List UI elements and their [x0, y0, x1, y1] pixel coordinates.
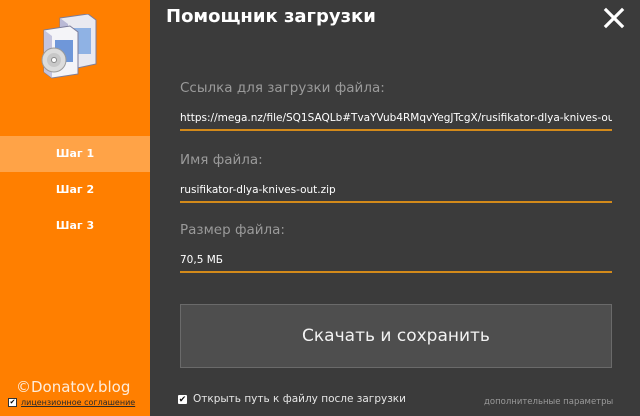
open-path-option: ✔ Открыть путь к файлу после загрузки	[178, 393, 406, 405]
window-title: Помощник загрузки	[166, 6, 376, 27]
step-1[interactable]: Шаг 1	[0, 136, 150, 172]
download-assistant-window: Шаг 1 Шаг 2 Шаг 3 ©Donatov.blog ✔ лиценз…	[0, 0, 640, 416]
url-field: Ссылка для загрузки файла: https://mega.…	[180, 80, 612, 131]
filesize-value: 70,5 МБ	[180, 254, 612, 273]
license-checkbox[interactable]: ✔	[8, 398, 17, 407]
extra-parameters-link[interactable]: дополнительные параметры	[484, 397, 613, 407]
filename-field: Имя файла: rusifikator-dlya-knives-out.z…	[180, 152, 612, 203]
filename-input[interactable]: rusifikator-dlya-knives-out.zip	[180, 184, 612, 203]
main-panel: Помощник загрузки Ссылка для загрузки фа…	[150, 0, 640, 416]
filesize-field: Размер файла: 70,5 МБ	[180, 222, 612, 273]
watermark: ©Donatov.blog	[16, 378, 131, 396]
filesize-label: Размер файла:	[180, 222, 285, 238]
steps-list: Шаг 1 Шаг 2 Шаг 3	[0, 136, 150, 244]
url-label: Ссылка для загрузки файла:	[180, 80, 385, 96]
close-icon[interactable]	[602, 6, 626, 30]
software-box-icon	[41, 14, 97, 79]
sidebar: Шаг 1 Шаг 2 Шаг 3 ©Donatov.blog ✔ лиценз…	[0, 0, 150, 416]
filename-label: Имя файла:	[180, 152, 263, 168]
open-path-checkbox[interactable]: ✔	[178, 394, 187, 404]
license-link[interactable]: лицензионное соглашение	[21, 398, 135, 407]
open-path-label: Открыть путь к файлу после загрузки	[193, 393, 406, 405]
step-2[interactable]: Шаг 2	[0, 172, 150, 208]
license-agreement: ✔ лицензионное соглашение	[8, 398, 135, 407]
step-3[interactable]: Шаг 3	[0, 208, 150, 244]
download-save-button[interactable]: Скачать и сохранить	[180, 304, 612, 368]
url-input[interactable]: https://mega.nz/file/SQ1SAQLb#TvaYVub4RM…	[180, 112, 612, 131]
